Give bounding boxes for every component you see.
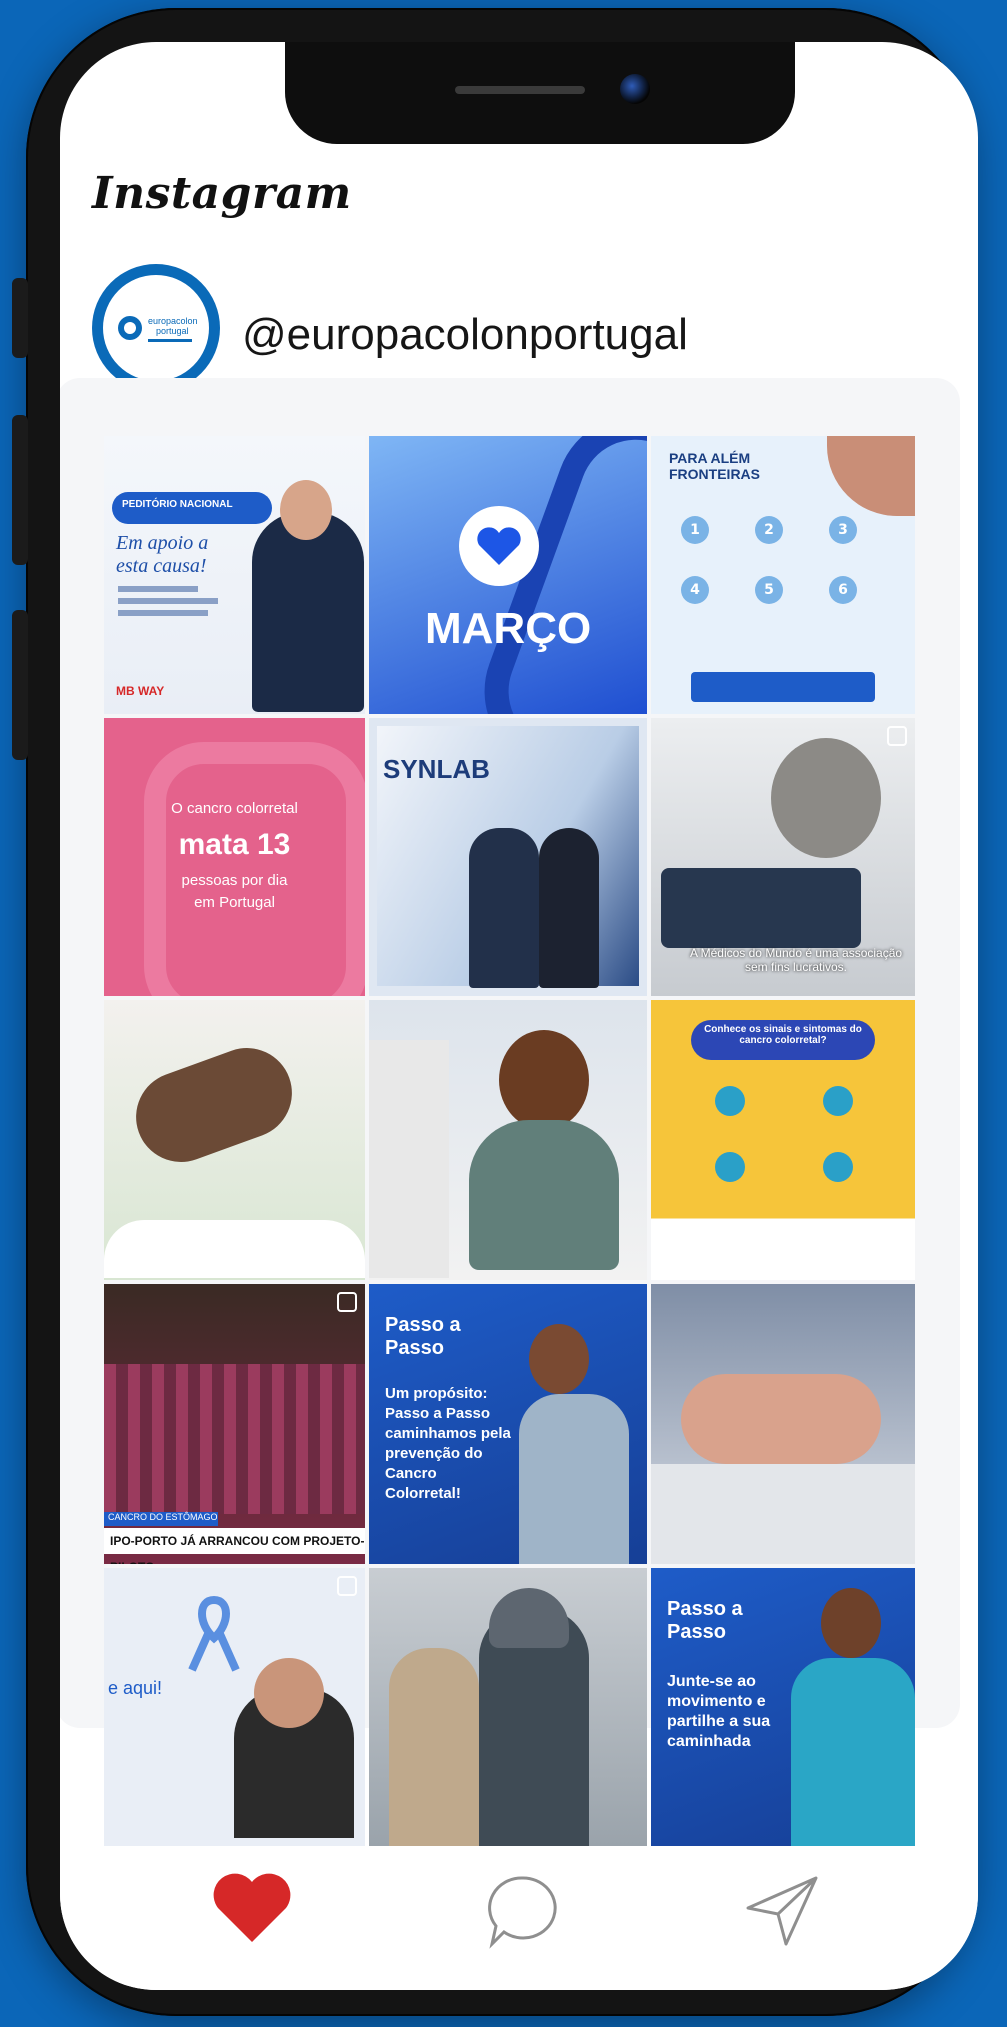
- step-number: 6: [829, 576, 857, 604]
- post-tile[interactable]: CANCRO DO ESTÔMAGO IPO-PORTO JÁ ARRANCOU…: [104, 1284, 365, 1564]
- power-side-button: [12, 610, 28, 760]
- volume-down-button: [12, 415, 28, 565]
- post-tile[interactable]: [104, 1000, 365, 1280]
- comment-icon: [488, 1876, 557, 1949]
- steps-grid: 1 2 3 4 5 6: [681, 516, 893, 604]
- hands-shape: [123, 1035, 305, 1175]
- footer-wave: [104, 1220, 365, 1278]
- person-head: [254, 1658, 324, 1728]
- post-text-line3: pessoas por dia: [181, 872, 288, 889]
- post-tile[interactable]: O cancro colorretal mata 13 pessoas por …: [104, 718, 365, 996]
- step-number: 3: [829, 516, 857, 544]
- person-figure: [469, 828, 539, 988]
- clothes: [661, 868, 861, 948]
- person-head: [280, 480, 332, 540]
- post-tile[interactable]: [369, 1000, 647, 1280]
- front-camera: [620, 74, 650, 104]
- person-figure: [252, 512, 364, 712]
- step-number: 2: [755, 516, 783, 544]
- post-tile[interactable]: [369, 1568, 647, 1846]
- post-text: Junte-se ao movimento e partilhe a sua c…: [667, 1673, 771, 1750]
- symptom-icon: [823, 1152, 853, 1182]
- person-figure: [389, 1648, 479, 1846]
- europacolon-logo-icon: europacolon portugal: [118, 316, 198, 342]
- heart-bubble: [459, 506, 539, 586]
- person-figure: [791, 1658, 915, 1846]
- post-tile[interactable]: Passo a Passo Junte-se ao movimento e pa…: [651, 1568, 915, 1846]
- like-button[interactable]: [210, 1866, 294, 1950]
- post-text-line1: O cancro colorretal: [171, 800, 298, 817]
- profile-avatar[interactable]: europacolon portugal: [92, 264, 220, 392]
- symptom-icon: [715, 1086, 745, 1116]
- post-text-line2: mata 13: [178, 828, 291, 861]
- symptom-icon: [823, 1086, 853, 1116]
- photo-circle: [827, 436, 915, 516]
- step-number: 1: [681, 516, 709, 544]
- intestine-shape: [144, 742, 365, 996]
- blue-heart-icon: [477, 527, 521, 565]
- person-hair: [499, 1030, 589, 1130]
- person-head: [771, 738, 881, 858]
- person-head: [821, 1588, 881, 1658]
- post-text: e aqui!: [108, 1678, 163, 1698]
- text-line: [118, 610, 208, 616]
- avatar-logo: europacolon portugal: [103, 275, 209, 381]
- text-line: [118, 586, 198, 592]
- post-brand: Passo a Passo: [667, 1598, 743, 1643]
- hands-on-belly: [681, 1374, 881, 1464]
- svg-text:europacolon: europacolon: [148, 316, 198, 326]
- post-text-line4: em Portugal: [194, 894, 275, 911]
- step-number: 4: [681, 576, 709, 604]
- person-figure: [469, 1120, 619, 1270]
- post-tile[interactable]: A Médicos do Mundo é uma associação sem …: [651, 718, 915, 996]
- post-tile[interactable]: SYNLAB: [369, 718, 647, 996]
- person-figure: [519, 1394, 629, 1564]
- post-tile[interactable]: PEDITÓRIO NACIONAL Em apoio a esta causa…: [104, 436, 365, 714]
- speaker: [455, 86, 585, 94]
- post-caption: IPO-PORTO JÁ ARRANCOU COM PROJETO-PILOTO: [104, 1528, 365, 1564]
- post-title: SYNLAB: [383, 754, 490, 784]
- post-footer: MB WAY: [116, 684, 165, 698]
- phone-screen: Instagram europacolon portugal @europaco…: [60, 42, 978, 1990]
- text-line: [118, 598, 218, 604]
- comment-button[interactable]: [480, 1868, 564, 1952]
- post-tile[interactable]: Passo a Passo Um propósito: Passo a Pass…: [369, 1284, 647, 1564]
- reel-icon: [337, 1576, 357, 1596]
- post-title: Em apoio a esta causa!: [116, 532, 209, 577]
- audience: [104, 1364, 365, 1514]
- volume-up-button: [12, 278, 28, 358]
- post-title: MARÇO: [425, 604, 592, 653]
- post-title: PARA ALÉM FRONTEIRAS: [669, 450, 760, 482]
- post-caption: A Médicos do Mundo é uma associação sem …: [689, 946, 903, 974]
- trousers: [651, 1464, 915, 1564]
- step-number: 5: [755, 576, 783, 604]
- cta-bar: [691, 672, 875, 702]
- post-grid: PEDITÓRIO NACIONAL Em apoio a esta causa…: [104, 436, 915, 1848]
- post-tile[interactable]: PARA ALÉM FRONTEIRAS 1 2 3 4 5 6: [651, 436, 915, 714]
- app-title: Instagram: [92, 168, 352, 219]
- post-tile[interactable]: MARÇO: [369, 436, 647, 714]
- post-tile[interactable]: e aqui!: [104, 1568, 365, 1846]
- person-head: [529, 1324, 589, 1394]
- person-figure: [539, 828, 599, 988]
- heart-icon: [213, 1873, 291, 1942]
- post-badge: PEDITÓRIO NACIONAL: [122, 499, 233, 510]
- profile-handle[interactable]: @europacolonportugal: [242, 310, 688, 360]
- post-tile[interactable]: Conhece os sinais e sintomas do cancro c…: [651, 1000, 915, 1280]
- reel-icon: [337, 1292, 357, 1312]
- svg-text:portugal: portugal: [156, 326, 189, 336]
- post-title: Conhece os sinais e sintomas do cancro c…: [704, 1024, 862, 1046]
- foreground-figure: [369, 1040, 449, 1278]
- post-brand: Passo a Passo: [385, 1314, 461, 1359]
- beanie: [489, 1588, 569, 1648]
- post-text: Um propósito: Passo a Passo caminhamos p…: [385, 1385, 511, 1502]
- share-button[interactable]: [740, 1868, 824, 1952]
- post-tile[interactable]: [651, 1284, 915, 1564]
- post-label: CANCRO DO ESTÔMAGO: [104, 1512, 218, 1526]
- reel-icon: [887, 726, 907, 746]
- symptom-icon: [715, 1152, 745, 1182]
- ribbon-icon: [188, 1595, 240, 1672]
- send-icon: [746, 1876, 818, 1946]
